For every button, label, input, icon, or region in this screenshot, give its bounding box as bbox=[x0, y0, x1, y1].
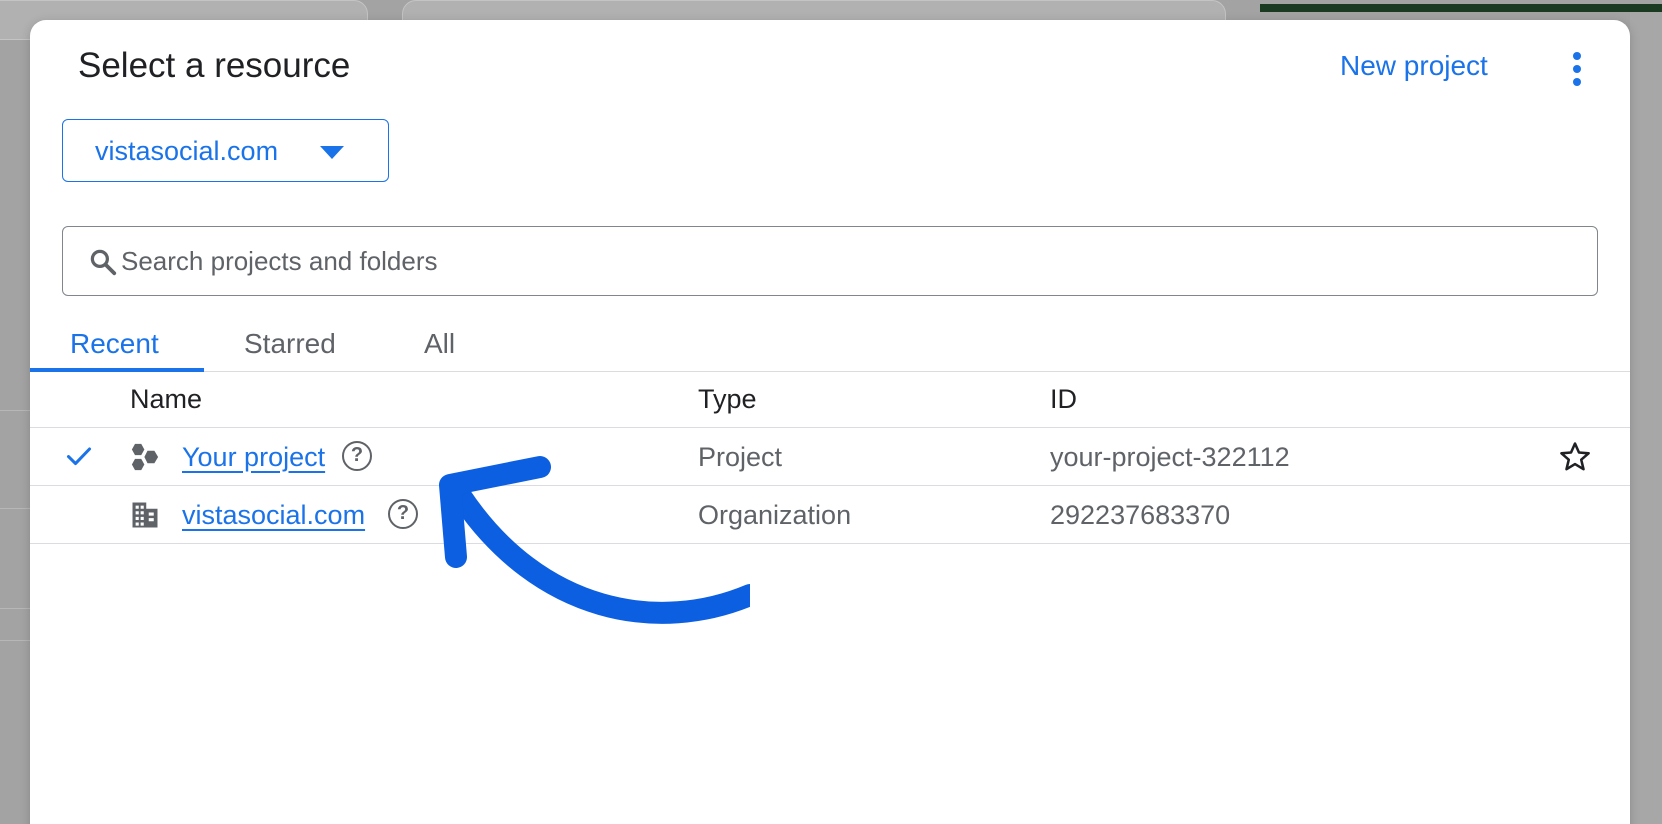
caret-down-icon bbox=[320, 146, 344, 159]
organization-link[interactable]: vistasocial.com bbox=[182, 500, 365, 531]
select-resource-dialog: Select a resource New project vistasocia… bbox=[30, 20, 1630, 824]
background-accent-bar bbox=[1260, 4, 1662, 12]
row-type: Organization bbox=[698, 500, 852, 530]
row-id: 292237683370 bbox=[1050, 500, 1231, 530]
background-divider bbox=[0, 640, 30, 641]
background-page-edge bbox=[1630, 12, 1662, 824]
tab-all[interactable]: All bbox=[424, 328, 455, 360]
screen: Select a resource New project vistasocia… bbox=[0, 0, 1662, 824]
search-icon bbox=[90, 249, 117, 276]
help-icon[interactable]: ? bbox=[388, 499, 418, 529]
row-type: Project bbox=[698, 442, 783, 472]
background-divider bbox=[0, 508, 30, 509]
organization-dropdown-value: vistasocial.com bbox=[95, 136, 279, 166]
resource-table: Name Type ID Your project ? Project your… bbox=[30, 372, 1630, 544]
more-vert-icon[interactable] bbox=[1567, 50, 1587, 88]
background-divider bbox=[0, 608, 30, 609]
table-row[interactable]: Your project ? Project your-project-3221… bbox=[30, 428, 1630, 486]
tab-recent[interactable]: Recent bbox=[70, 328, 159, 360]
project-link[interactable]: Your project bbox=[182, 442, 325, 473]
table-row[interactable]: vistasocial.com ? Organization 292237683… bbox=[30, 486, 1630, 544]
checkmark-icon bbox=[66, 447, 92, 466]
search-box bbox=[62, 226, 1598, 296]
tab-starred[interactable]: Starred bbox=[244, 328, 336, 360]
table-header: Name Type ID bbox=[30, 372, 1630, 428]
background-divider bbox=[0, 410, 30, 411]
new-project-button[interactable]: New project bbox=[1340, 50, 1488, 82]
organization-icon bbox=[132, 502, 158, 528]
dialog-title: Select a resource bbox=[78, 46, 351, 85]
star-icon[interactable] bbox=[1558, 440, 1592, 474]
organization-dropdown[interactable]: vistasocial.com bbox=[62, 119, 389, 182]
row-id: your-project-322112 bbox=[1050, 442, 1290, 472]
column-header-type: Type bbox=[698, 384, 757, 414]
column-header-id: ID bbox=[1050, 384, 1077, 414]
project-icon bbox=[131, 443, 159, 471]
column-header-name: Name bbox=[130, 384, 203, 414]
search-input[interactable] bbox=[121, 239, 1581, 283]
resource-tabs: Recent Starred All bbox=[30, 310, 1630, 372]
help-icon[interactable]: ? bbox=[342, 441, 372, 471]
